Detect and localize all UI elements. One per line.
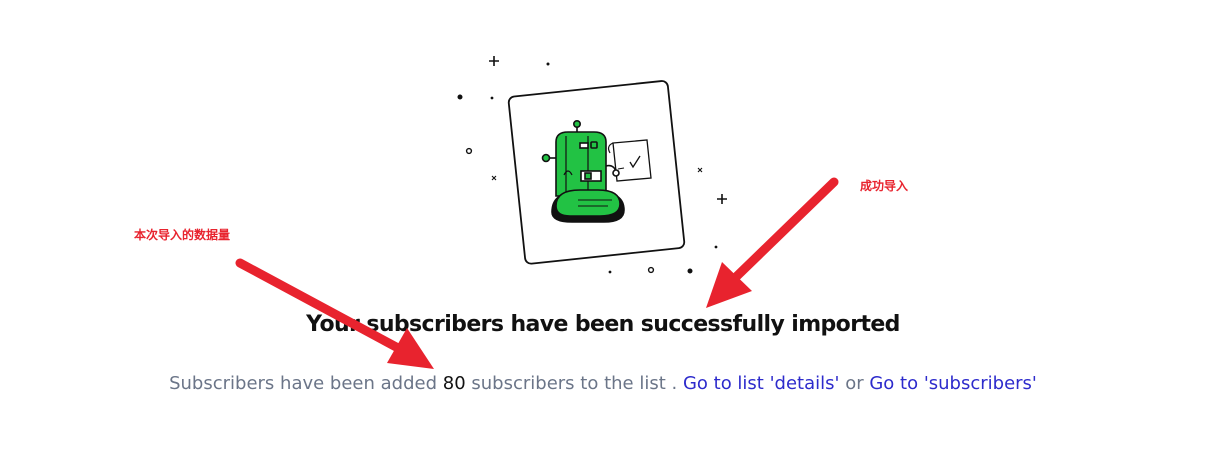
annotation-import-count: 本次导入的数据量 bbox=[134, 228, 231, 242]
import-summary: Subscribers have been added 80 subscribe… bbox=[0, 373, 1206, 394]
subscribers-link[interactable]: Go to 'subscribers' bbox=[869, 373, 1037, 394]
annotation-success: 成功导入 bbox=[860, 179, 909, 193]
robot-illustration bbox=[457, 56, 727, 274]
imported-count: 80 bbox=[442, 373, 466, 394]
or-text: or bbox=[845, 373, 864, 394]
summary-suffix: subscribers to the list . bbox=[471, 373, 678, 394]
list-details-link[interactable]: Go to list 'details' bbox=[683, 373, 840, 394]
summary-prefix: Subscribers have been added bbox=[169, 373, 438, 394]
success-heading: Your subscribers have been successfully … bbox=[306, 312, 900, 337]
